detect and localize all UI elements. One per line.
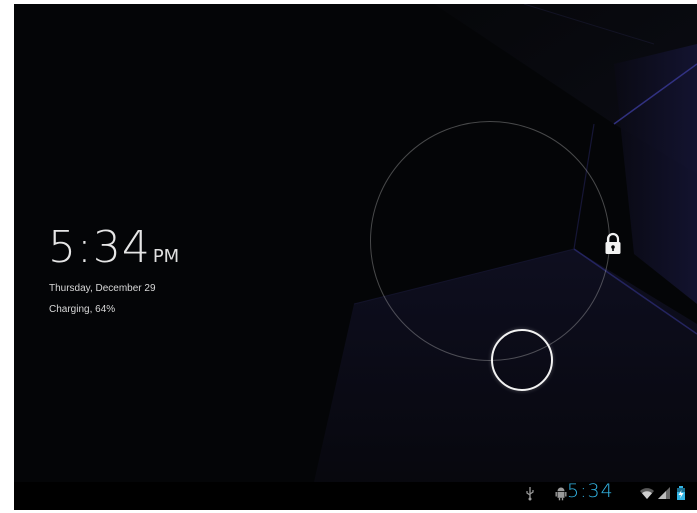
lock-screen: 5:34 PM Thursday, December 29 Charging, 6… <box>14 4 697 510</box>
lock-icon[interactable] <box>602 232 624 256</box>
lockscreen-date: Thursday, December 29 <box>49 283 156 294</box>
battery-charging-icon <box>677 486 685 500</box>
lockscreen-clock: 5:34 PM <box>48 226 179 270</box>
wifi-icon <box>640 488 654 499</box>
clock-ampm: PM <box>152 246 180 267</box>
usb-icon <box>526 487 534 501</box>
signal-icon <box>658 487 670 499</box>
unlock-ring <box>370 121 610 361</box>
device-frame: 5:34 PM Thursday, December 29 Charging, 6… <box>0 0 697 513</box>
unlock-handle[interactable] <box>491 329 553 391</box>
android-debug-icon <box>555 487 567 501</box>
charging-status: Charging, 64% <box>49 304 116 315</box>
clock-time: 5:34 <box>48 222 151 273</box>
status-bar-time: 5:34 <box>567 480 614 502</box>
